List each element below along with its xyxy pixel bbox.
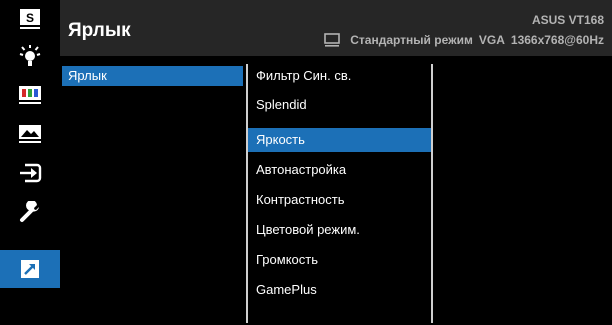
current-mode: Стандартный режим — [350, 33, 473, 47]
option-auto-adjust[interactable]: Автонастройка — [248, 158, 431, 182]
section-item-shortcut[interactable]: Ярлык — [62, 66, 243, 86]
option-gameplus[interactable]: GamePlus — [248, 278, 431, 302]
settings-icon — [20, 201, 39, 222]
option-brightness[interactable]: Яркость — [248, 128, 431, 152]
monitor-icon — [324, 33, 341, 47]
status-line: Стандартный режим VGA 1366x768@60Hz — [324, 33, 604, 47]
rail-item-image[interactable] — [0, 115, 60, 153]
rail-item-splendid[interactable]: S — [0, 0, 60, 38]
rail-item-shortcut[interactable] — [0, 250, 60, 288]
rail-item-settings[interactable] — [0, 193, 60, 231]
option-bluelight-filter[interactable]: Фильтр Син. св. — [248, 64, 431, 88]
page-title: Ярлык — [68, 20, 131, 41]
osd-screen: S Ярлык ASUS VT168 Стандартный режим VGA… — [0, 0, 612, 325]
shortcut-icon — [21, 260, 39, 278]
options-column: Фильтр Син. св. Splendid Яркость Автонас… — [248, 56, 431, 325]
svg-text:S: S — [26, 11, 34, 25]
model-name: ASUS VT168 — [531, 13, 604, 27]
input-source: VGA — [478, 33, 505, 47]
column-divider — [431, 64, 433, 323]
rail-item-bluelight[interactable] — [0, 37, 60, 75]
rail-item-color[interactable] — [0, 76, 60, 114]
osd-header: Ярлык ASUS VT168 Стандартный режим VGA 1… — [60, 0, 612, 56]
input-icon — [20, 163, 42, 183]
section-column: Ярлык — [60, 56, 245, 325]
image-icon — [19, 125, 41, 143]
menu-panel: Ярлык Фильтр Син. св. Splendid Яркость А… — [60, 56, 612, 325]
splendid-icon: S — [20, 9, 40, 29]
option-contrast[interactable]: Контрастность — [248, 188, 431, 212]
option-splendid[interactable]: Splendid — [248, 93, 431, 117]
color-icon — [19, 86, 41, 104]
rail-item-input[interactable] — [0, 154, 60, 192]
option-volume[interactable]: Громкость — [248, 248, 431, 272]
bluelight-icon — [19, 45, 41, 66]
menu-rail: S — [0, 0, 60, 325]
resolution: 1366x768@60Hz — [510, 33, 604, 47]
option-color-mode[interactable]: Цветовой режим. — [248, 218, 431, 242]
